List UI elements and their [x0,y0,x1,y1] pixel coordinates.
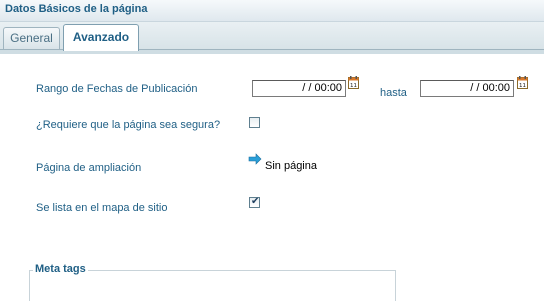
arrow-right-icon[interactable] [248,153,262,165]
svg-text:11: 11 [519,83,526,89]
fecha-hasta-input[interactable]: / / 00:00 [420,80,514,97]
ampliacion-link[interactable]: Sin página [265,160,317,172]
tab-general[interactable]: General [3,27,60,49]
mapa-sitio-label: Se lista en el mapa de sitio [36,202,168,214]
fecha-range-label: Rango de Fechas de Publicación [36,83,198,95]
svg-text:11: 11 [350,83,357,89]
tab-avanzado[interactable]: Avanzado [63,24,139,51]
fecha-desde-input[interactable]: / / 00:00 [252,80,346,97]
calendar-icon[interactable]: 11 [348,76,359,89]
calendar-icon[interactable]: 11 [517,76,528,89]
panel-header: Datos Básicos de la página [0,0,544,22]
checkmark-icon: ✔ [251,196,260,207]
mapa-sitio-checkbox[interactable]: ✔ [249,196,260,208]
ampliacion-label: Página de ampliación [36,162,142,174]
hasta-label: hasta [380,87,407,99]
panel-title: Datos Básicos de la página [5,3,148,15]
segura-checkbox[interactable] [249,117,260,128]
segura-label: ¿Requiere que la página sea segura? [36,119,221,131]
meta-tags-legend: Meta tags [33,263,88,275]
